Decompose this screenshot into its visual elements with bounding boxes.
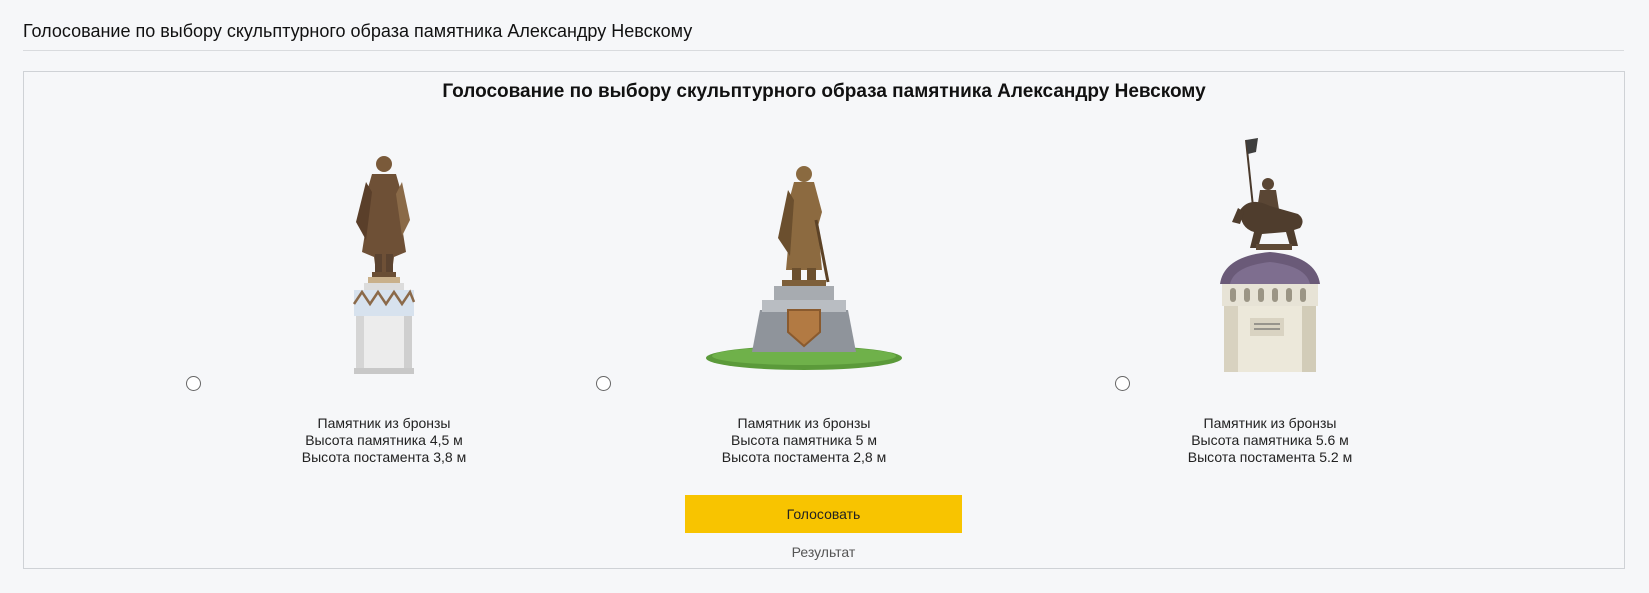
option-3-statue-image[interactable] [1210,136,1330,374]
option-2-material: Памятник из бронзы [737,415,871,431]
option-2-radio[interactable] [596,376,611,391]
page-header: Голосование по выбору скульптурного обра… [23,0,1624,51]
option-2-statue-height: Высота памятника 5 м [731,432,877,448]
result-link[interactable]: Результат [685,544,962,560]
option-3-material: Памятник из бронзы [1203,415,1337,431]
option-3-statue-height: Высота памятника 5.6 м [1191,432,1349,448]
poll-option-3: Памятник из бронзы Высота памятника 5.6 … [1084,72,1624,472]
option-1-radio[interactable] [186,376,201,391]
poll-option-1: Памятник из бронзы Высота памятника 4,5 … [24,72,564,472]
option-1-material: Памятник из бронзы [317,415,451,431]
vote-button[interactable]: Голосовать [685,495,962,533]
poll-option-2: Памятник из бронзы Высота памятника 5 м … [564,72,1084,472]
poll-panel: Голосование по выбору скульптурного обра… [23,71,1625,569]
option-3-description: Памятник из бронзы Высота памятника 5.6 … [1140,415,1400,466]
option-1-pedestal-height: Высота постамента 3,8 м [301,449,467,465]
option-1-description: Памятник из бронзы Высота памятника 4,5 … [254,415,514,466]
option-2-statue-image[interactable] [704,160,904,372]
option-3-pedestal-height: Высота постамента 5.2 м [1187,449,1353,465]
option-1-statue-height: Высота памятника 4,5 м [305,432,463,448]
option-2-pedestal-height: Высота постамента 2,8 м [721,449,887,465]
option-2-description: Памятник из бронзы Высота памятника 5 м … [674,415,934,466]
option-1-statue-image[interactable] [344,152,424,374]
option-3-radio[interactable] [1115,376,1130,391]
page-title: Голосование по выбору скульптурного обра… [23,21,693,41]
